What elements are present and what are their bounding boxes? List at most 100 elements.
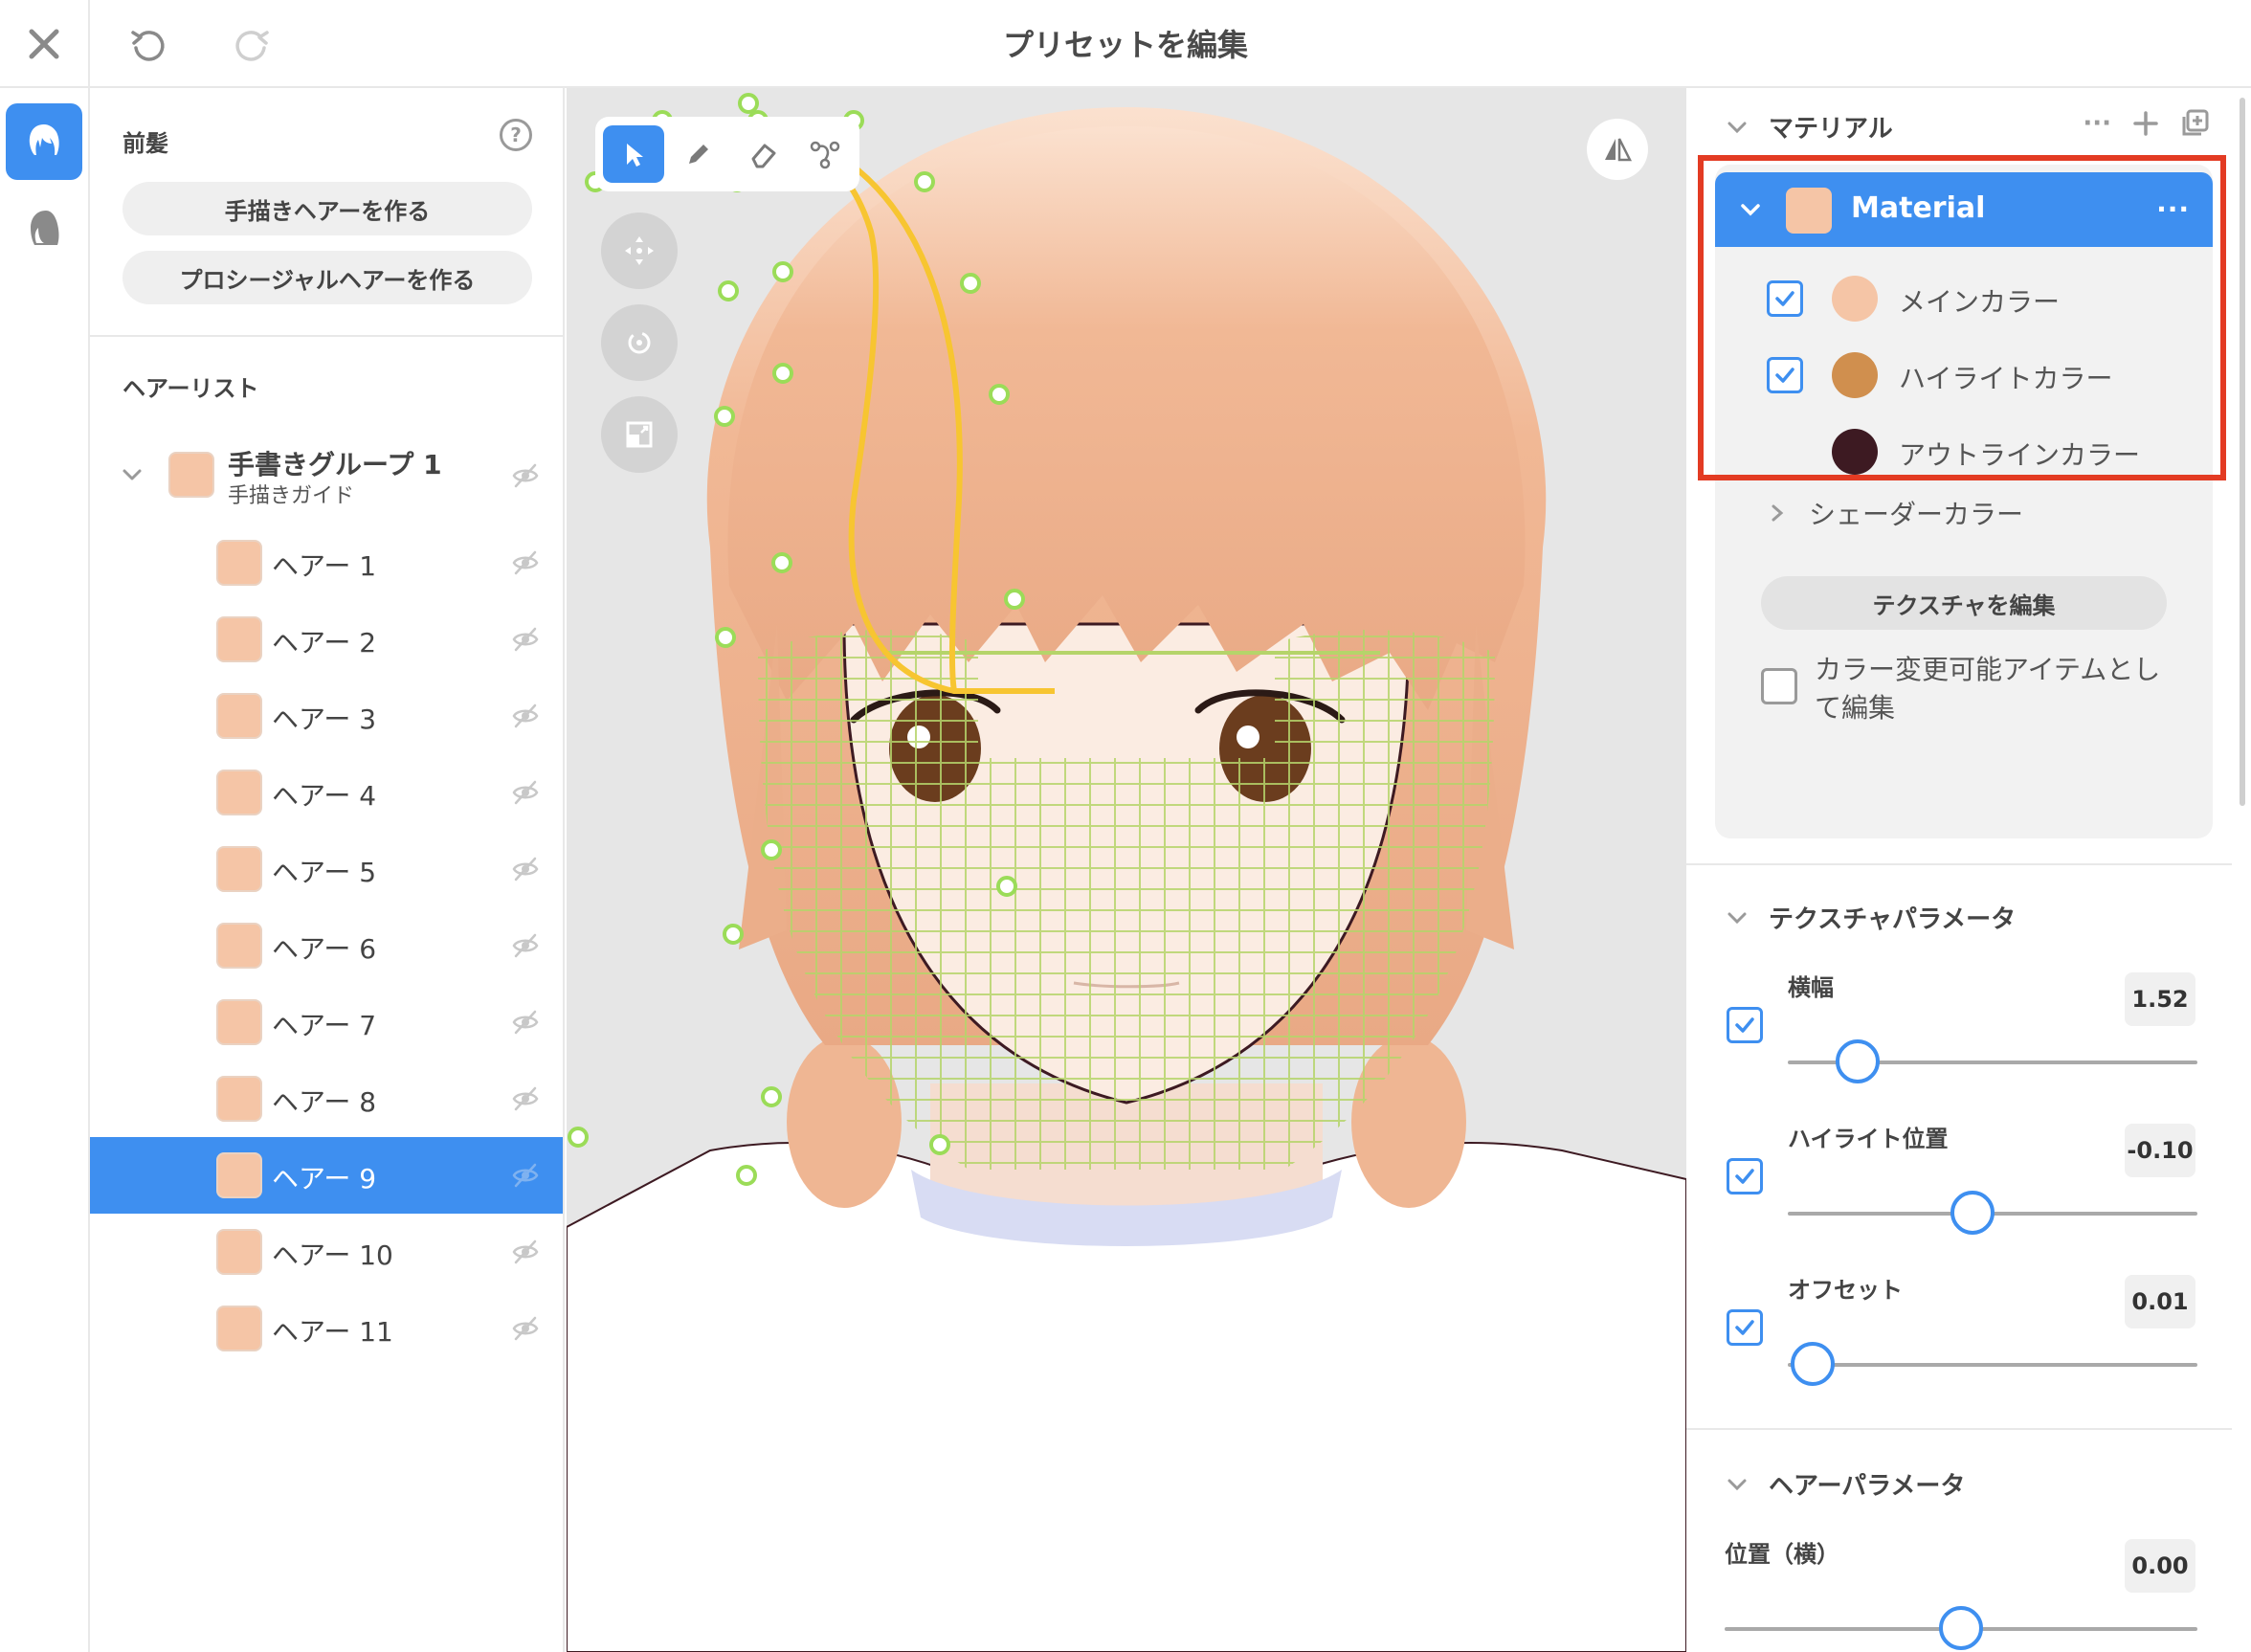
- parameter-value-field[interactable]: -0.10: [2125, 1124, 2195, 1177]
- create-procedural-hair-button[interactable]: プロシージャルヘアーを作る: [123, 251, 532, 304]
- hair-color-swatch[interactable]: [216, 540, 262, 586]
- hair-list-item[interactable]: ヘアー 10: [90, 1214, 563, 1290]
- parameter-checkbox[interactable]: [1727, 1007, 1763, 1043]
- visibility-toggle[interactable]: [509, 1083, 542, 1115]
- material-color-row[interactable]: アウトラインカラー: [1715, 413, 2213, 490]
- color-enable-checkbox[interactable]: [1767, 280, 1803, 317]
- visibility-toggle[interactable]: [509, 547, 542, 579]
- mirror-button[interactable]: [1587, 119, 1648, 180]
- hair-item-label: ヘアー 7: [272, 1010, 377, 1041]
- add-layer-icon[interactable]: [2180, 109, 2209, 138]
- undo-icon: [131, 31, 165, 61]
- visibility-toggle[interactable]: [509, 623, 542, 656]
- material-more-button[interactable]: ···: [2156, 193, 2190, 225]
- texture-section-header[interactable]: テクスチャパラメータ: [1725, 900, 2016, 935]
- hair-color-swatch[interactable]: [216, 770, 262, 815]
- hair-color-swatch[interactable]: [216, 1229, 262, 1275]
- hair-color-swatch[interactable]: [216, 1152, 262, 1198]
- chevron-down-icon[interactable]: [119, 461, 145, 488]
- editable-item-checkbox[interactable]: [1761, 668, 1797, 704]
- slider-thumb[interactable]: [1790, 1342, 1835, 1386]
- more-options-button[interactable]: ···: [2083, 109, 2111, 138]
- hair-color-swatch[interactable]: [216, 1076, 262, 1122]
- visibility-toggle[interactable]: [509, 700, 542, 732]
- group-color-swatch[interactable]: [168, 452, 214, 498]
- parameter-checkbox[interactable]: [1727, 1309, 1763, 1346]
- visibility-toggle[interactable]: [509, 776, 542, 809]
- move-button[interactable]: [601, 212, 678, 289]
- cursor-icon: [627, 144, 643, 167]
- slider-track[interactable]: [1788, 1363, 2197, 1367]
- visibility-toggle[interactable]: [509, 1236, 542, 1268]
- slider-thumb[interactable]: [1939, 1606, 1983, 1650]
- slider-thumb[interactable]: [1950, 1191, 1995, 1235]
- chevron-down-icon[interactable]: [1738, 197, 1763, 222]
- hair-group-row[interactable]: 手書きグループ 1 手描きガイド: [90, 433, 563, 517]
- pen-tool[interactable]: [668, 125, 729, 183]
- rotate-button[interactable]: [601, 304, 678, 381]
- help-button[interactable]: ?: [500, 119, 532, 151]
- visibility-toggle[interactable]: [509, 853, 542, 885]
- shader-color-row[interactable]: シェーダーカラー: [1767, 494, 2023, 532]
- parameter-value-field[interactable]: 0.00: [2125, 1539, 2195, 1593]
- hair-params-section-header[interactable]: ヘアーパラメータ: [1725, 1466, 1965, 1502]
- 3d-viewport[interactable]: [567, 88, 1686, 1652]
- hair-list-item[interactable]: ヘアー 7: [90, 984, 563, 1060]
- hair-list-item[interactable]: ヘアー 4: [90, 754, 563, 831]
- visibility-toggle[interactable]: [509, 929, 542, 962]
- checkmark-icon: [1775, 368, 1794, 383]
- undo-button[interactable]: [121, 17, 174, 71]
- eye-off-icon: [512, 550, 539, 575]
- visibility-toggle[interactable]: [509, 1006, 542, 1038]
- curve-tool[interactable]: [794, 125, 856, 183]
- edit-texture-button[interactable]: テクスチャを編集: [1761, 576, 2167, 630]
- color-swatch[interactable]: [1832, 276, 1878, 322]
- hair-item-label: ヘアー 8: [272, 1086, 377, 1118]
- parameter-value-field[interactable]: 1.52: [2125, 972, 2195, 1026]
- create-hand-drawn-hair-button[interactable]: 手描きヘアーを作る: [123, 182, 532, 235]
- visibility-toggle[interactable]: [509, 1159, 542, 1192]
- material-color-swatch[interactable]: [1786, 188, 1832, 234]
- hair-list-item[interactable]: ヘアー 11: [90, 1290, 563, 1367]
- hair-list-item[interactable]: ヘアー 9: [90, 1137, 563, 1214]
- hair-list-item[interactable]: ヘアー 6: [90, 907, 563, 984]
- checkmark-icon: [1735, 1169, 1754, 1184]
- parameter-value-field[interactable]: 0.01: [2125, 1275, 2195, 1328]
- select-tool[interactable]: [603, 125, 664, 183]
- hair-list-item[interactable]: ヘアー 5: [90, 831, 563, 907]
- visibility-toggle[interactable]: [509, 1312, 542, 1345]
- close-button[interactable]: [0, 0, 90, 88]
- color-swatch[interactable]: [1832, 352, 1878, 398]
- back-hair-mode-button[interactable]: [6, 190, 82, 266]
- material-color-row[interactable]: ハイライトカラー: [1715, 337, 2213, 413]
- front-hair-mode-button[interactable]: [6, 103, 82, 180]
- hair-color-swatch[interactable]: [216, 999, 262, 1045]
- hair-color-swatch[interactable]: [216, 923, 262, 969]
- hair-list-item[interactable]: ヘアー 3: [90, 678, 563, 754]
- rotate-icon: [628, 331, 651, 354]
- hair-color-swatch[interactable]: [216, 616, 262, 662]
- hair-list-item[interactable]: ヘアー 1: [90, 525, 563, 601]
- material-row[interactable]: Material ···: [1715, 172, 2213, 247]
- parameter-checkbox[interactable]: [1727, 1158, 1763, 1194]
- hair-color-swatch[interactable]: [216, 846, 262, 892]
- add-icon[interactable]: [2132, 110, 2159, 137]
- help-icon: ?: [510, 123, 522, 146]
- color-enable-checkbox[interactable]: [1767, 357, 1803, 393]
- avatar-preview[interactable]: [567, 88, 1686, 1652]
- slider-thumb[interactable]: [1835, 1039, 1880, 1083]
- color-swatch[interactable]: [1832, 429, 1878, 475]
- scrollbar[interactable]: [2240, 98, 2245, 806]
- group-visibility-toggle[interactable]: [509, 459, 542, 492]
- eraser-tool[interactable]: [733, 125, 794, 183]
- hair-color-swatch[interactable]: [216, 693, 262, 739]
- hair-list-item[interactable]: ヘアー 8: [90, 1060, 563, 1137]
- hair-list-panel: 前髪 ? 手描きヘアーを作る プロシージャルヘアーを作る ヘアーリスト 手書きグ…: [90, 88, 565, 1652]
- hair-color-swatch[interactable]: [216, 1306, 262, 1351]
- scale-button[interactable]: [601, 396, 678, 473]
- redo-button[interactable]: [226, 17, 279, 71]
- checkmark-icon: [1775, 291, 1794, 306]
- material-color-row[interactable]: メインカラー: [1715, 260, 2213, 337]
- hair-list-item[interactable]: ヘアー 2: [90, 601, 563, 678]
- material-section-header[interactable]: マテリアル: [1725, 109, 1893, 145]
